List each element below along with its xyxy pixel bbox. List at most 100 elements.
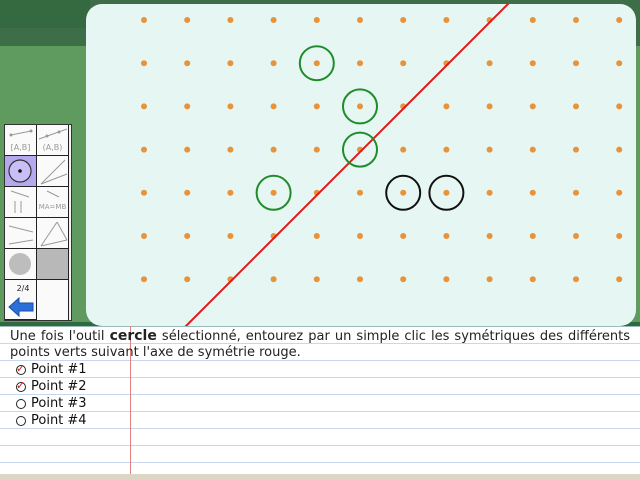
checkmark-icon: ✓ — [16, 378, 26, 392]
grid-dot — [573, 233, 579, 239]
grid-dot — [227, 233, 234, 239]
option-point-1[interactable]: ✓ Point #1 — [16, 361, 87, 378]
grid-dot — [184, 60, 191, 67]
drawing-board[interactable] — [86, 4, 636, 326]
grid-dot — [616, 233, 623, 239]
grid-dot — [573, 60, 579, 67]
grid-dot — [529, 146, 536, 153]
grid-dot — [357, 189, 363, 196]
grid-dot — [443, 276, 450, 283]
option-label-1: Point #1 — [31, 362, 87, 377]
grid-dot — [443, 189, 450, 196]
radio-4[interactable] — [16, 415, 26, 426]
grid-dot — [141, 146, 147, 153]
top-strip-dark — [0, 0, 90, 28]
grid-dot — [616, 60, 623, 67]
grid-dot — [616, 146, 623, 153]
perpendicular-tool[interactable] — [5, 218, 37, 249]
parallel-tool[interactable] — [5, 187, 37, 218]
grid-dot — [184, 146, 191, 153]
grid-dot — [141, 189, 147, 196]
grid-dot — [227, 17, 234, 23]
grid-dot — [573, 103, 579, 110]
circle-tool[interactable] — [5, 156, 37, 187]
bottom-bar — [0, 474, 640, 480]
grid-dot — [400, 233, 407, 239]
grid-dot — [357, 233, 363, 239]
grid-dot — [573, 276, 579, 283]
grid-dot — [184, 233, 191, 239]
grid-dot — [313, 146, 320, 153]
grid-dot — [486, 189, 493, 196]
grid-dot — [529, 276, 536, 283]
grid-dot — [270, 189, 277, 196]
check-radio-2[interactable]: ✓ — [16, 378, 26, 392]
grid-dot — [184, 17, 191, 23]
radio-3[interactable] — [16, 398, 26, 409]
grid-dot — [529, 103, 536, 110]
step-counter: 2/4 — [16, 284, 30, 293]
option-point-3[interactable]: Point #3 — [16, 395, 87, 412]
grid-dot — [270, 60, 277, 67]
grid-dot — [141, 276, 147, 283]
option-point-2[interactable]: ✓ Point #2 — [16, 378, 87, 395]
grid-dot — [400, 276, 407, 283]
grid-dot — [400, 189, 407, 196]
grid-dot — [443, 17, 450, 23]
option-point-4[interactable]: Point #4 — [16, 412, 87, 429]
instruction-before: Une fois l'outil — [10, 329, 110, 344]
grid-dot — [270, 103, 277, 110]
segment-tool-label: [A,B] — [10, 142, 31, 152]
answer-options: ✓ Point #1 ✓ Point #2 Point #3 Point #4 — [16, 361, 87, 429]
grid-dot — [270, 17, 277, 23]
grid-dot — [400, 60, 407, 67]
segment-tool[interactable]: [A,B] — [5, 125, 37, 156]
grid-dot — [529, 189, 536, 196]
grid-dot — [270, 146, 277, 153]
check-radio-1[interactable]: ✓ — [16, 363, 26, 375]
grid-dot — [529, 233, 536, 239]
option-label-4: Point #4 — [31, 413, 87, 428]
grid-dot — [486, 60, 493, 67]
grid-dot — [313, 103, 320, 110]
line-tool-label: (A,B) — [42, 142, 63, 152]
grid-dot — [400, 17, 407, 23]
midpoint-tool-label: MA=MB — [38, 203, 67, 211]
grid-dot — [184, 276, 191, 283]
grid-canvas[interactable] — [86, 4, 636, 326]
grid-dot — [357, 60, 363, 67]
grid-dot — [357, 103, 363, 110]
grid-dot — [616, 103, 623, 110]
grid-dot — [141, 17, 147, 23]
grid-dot — [529, 17, 536, 23]
grid-dot — [443, 103, 450, 110]
grid-dot — [227, 189, 234, 196]
grid-dot — [573, 146, 579, 153]
instruction-text: Une fois l'outil cercle sélectionné, ent… — [10, 328, 630, 361]
grid-dot — [313, 17, 320, 23]
grid-dot — [313, 276, 320, 283]
grid-dot — [227, 60, 234, 67]
grid-dot — [443, 233, 450, 239]
instruction-keyword: cercle — [109, 328, 157, 344]
symmetry-axis — [184, 4, 510, 326]
grid-dot — [573, 17, 579, 23]
midpoint-tool[interactable]: MA=MB — [37, 187, 69, 218]
option-label-3: Point #3 — [31, 396, 87, 411]
grid-dot — [270, 276, 277, 283]
grid-dot — [616, 189, 623, 196]
grid-dot — [486, 103, 493, 110]
grid-dot — [313, 233, 320, 239]
grid-dot — [616, 276, 623, 283]
grid-dot — [400, 146, 407, 153]
fill-gray-tool[interactable] — [5, 249, 37, 280]
grid-dot — [486, 276, 493, 283]
grid-dot — [141, 103, 147, 110]
grid-dot — [443, 146, 450, 153]
ray-tool[interactable] — [37, 156, 69, 187]
grid-dot — [486, 233, 493, 239]
polygon-tool[interactable] — [37, 218, 69, 249]
grid-dot — [141, 233, 147, 239]
line-tool[interactable]: (A,B) — [37, 125, 69, 156]
fill-dark-tool[interactable] — [37, 249, 69, 280]
